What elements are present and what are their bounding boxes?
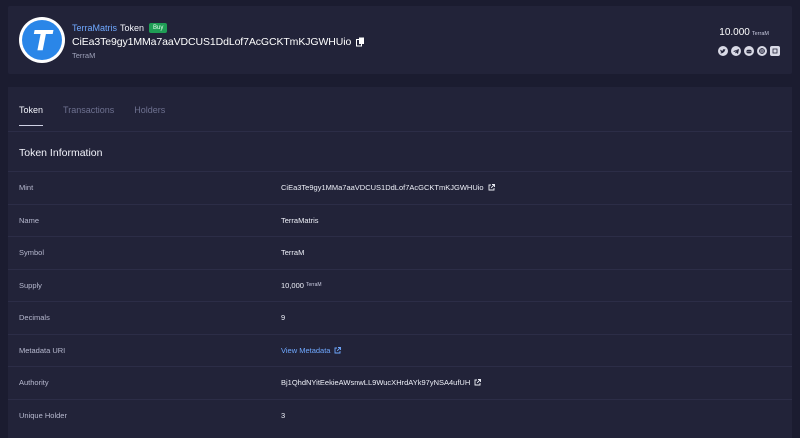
discord-icon[interactable] bbox=[744, 46, 754, 56]
supply-summary-unit: TerraM bbox=[751, 31, 769, 37]
tab-holders[interactable]: Holders bbox=[134, 105, 165, 126]
token-symbol-subtitle: TerraM bbox=[72, 51, 96, 60]
twitter-icon[interactable] bbox=[718, 46, 728, 56]
token-logo: T bbox=[19, 17, 65, 63]
row-value: TerraM bbox=[281, 248, 305, 257]
row-value: Bj1QhdNYitEekieAWsnwLL9WucXHrdAYk97yNSA4… bbox=[281, 378, 482, 387]
section-title: Token Information bbox=[19, 147, 103, 159]
info-row-decimals: Decimals 9 bbox=[8, 301, 792, 334]
token-logo-letter: T bbox=[22, 20, 62, 60]
row-label: Metadata URI bbox=[19, 345, 66, 355]
supply-summary-value: 10.000 bbox=[719, 27, 750, 38]
authority-address[interactable]: Bj1QhdNYitEekieAWsnwLL9WucXHrdAYk97yNSA4… bbox=[281, 378, 470, 387]
external-link-icon[interactable] bbox=[334, 346, 342, 354]
row-label: Decimals bbox=[19, 313, 50, 322]
row-value: 10,000 TerraM bbox=[281, 281, 322, 290]
token-type-label: Token bbox=[120, 23, 145, 33]
row-label: Symbol bbox=[19, 248, 45, 257]
row-value: 3 bbox=[281, 410, 286, 420]
token-header: T TerraMatris Token Buy CiEa3Te9gy1MMa7a… bbox=[8, 6, 792, 74]
copy-link-icon[interactable] bbox=[770, 46, 780, 56]
website-icon[interactable] bbox=[757, 46, 767, 56]
token-details-panel: Token Transactions Holders Token Informa… bbox=[8, 87, 792, 438]
row-label: Authority bbox=[19, 378, 49, 387]
info-row-supply: Supply 10,000 TerraM bbox=[8, 268, 792, 302]
external-link-icon[interactable] bbox=[488, 184, 495, 191]
info-row-authority: Authority Bj1QhdNYitEekieAWsnwLL9WucXHrd… bbox=[8, 366, 792, 399]
token-address: CiEa3Te9gy1MMa7aaVDCUS1DdLof7AcGCKTmKJGW… bbox=[72, 36, 352, 48]
supply-summary: 10.000 TerraM bbox=[719, 27, 769, 38]
tab-token[interactable]: Token bbox=[19, 105, 44, 126]
tab-transactions[interactable]: Transactions bbox=[63, 105, 114, 126]
tab-bar: Token Transactions Holders bbox=[19, 105, 185, 126]
view-metadata-link[interactable]: View Metadata bbox=[281, 346, 330, 355]
row-label: Unique Holder bbox=[19, 410, 67, 420]
row-value: TerraMatris bbox=[281, 215, 319, 225]
social-links bbox=[718, 46, 780, 56]
token-name-link[interactable]: TerraMatris bbox=[72, 23, 117, 33]
info-row-metadata-uri: Metadata URI View Metadata bbox=[8, 333, 792, 367]
info-row-name: Name TerraMatris bbox=[8, 203, 792, 237]
info-row-mint: Mint CiEa3Te9gy1MMa7aaVDCUS1DdLof7AcGCKT… bbox=[8, 171, 792, 204]
telegram-icon[interactable] bbox=[731, 46, 741, 56]
row-label: Name bbox=[19, 215, 40, 225]
mint-address[interactable]: CiEa3Te9gy1MMa7aaVDCUS1DdLof7AcGCKTmKJGW… bbox=[281, 183, 484, 192]
token-title-row: TerraMatris Token Buy bbox=[72, 23, 168, 33]
token-info-table: Mint CiEa3Te9gy1MMa7aaVDCUS1DdLof7AcGCKT… bbox=[8, 171, 792, 431]
tabs-divider bbox=[8, 131, 792, 132]
supply-unit: TerraM bbox=[305, 282, 322, 288]
row-value: CiEa3Te9gy1MMa7aaVDCUS1DdLof7AcGCKTmKJGW… bbox=[281, 183, 495, 192]
info-row-unique-holder: Unique Holder 3 bbox=[8, 398, 792, 432]
supply-value: 10,000 bbox=[281, 280, 304, 290]
external-link-icon[interactable] bbox=[474, 379, 482, 386]
row-label: Mint bbox=[19, 183, 34, 192]
row-label: Supply bbox=[19, 280, 42, 290]
token-address-row: CiEa3Te9gy1MMa7aaVDCUS1DdLof7AcGCKTmKJGW… bbox=[72, 36, 365, 48]
buy-button[interactable]: Buy bbox=[149, 23, 168, 33]
row-value: 9 bbox=[281, 313, 286, 322]
copy-icon[interactable] bbox=[356, 37, 365, 47]
info-row-symbol: Symbol TerraM bbox=[8, 236, 792, 269]
row-value: View Metadata bbox=[281, 346, 342, 355]
